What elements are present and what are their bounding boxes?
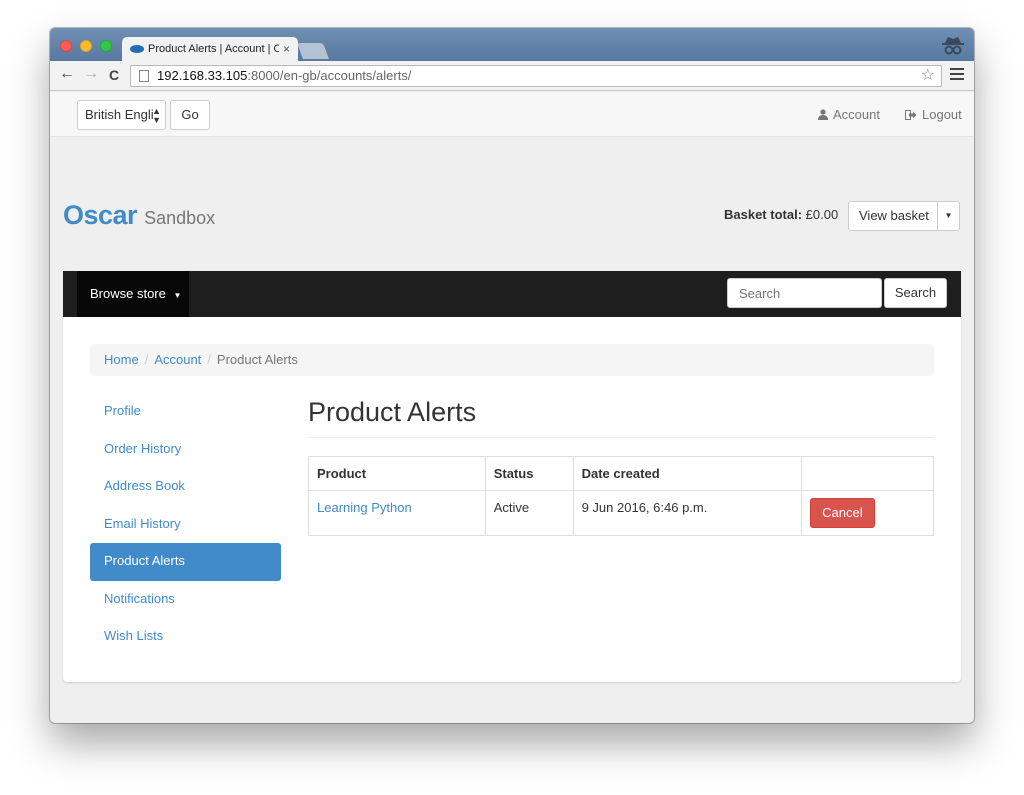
search-button[interactable]: Search (884, 278, 947, 308)
basket-total-value: £0.00 (805, 207, 839, 222)
product-link[interactable]: Learning Python (317, 500, 412, 515)
caret-down-icon: ▼ (173, 291, 182, 300)
window-controls (60, 40, 112, 52)
forward-arrow-icon[interactable]: → (83, 65, 99, 83)
title-divider (308, 437, 934, 438)
sidenav-item-email-history[interactable]: Email History (90, 506, 281, 544)
browser-menu-icon[interactable] (950, 68, 964, 83)
sidenav-item-profile[interactable]: Profile (90, 393, 281, 431)
breadcrumb-current: Product Alerts (216, 352, 298, 367)
select-arrows-icon: ▲ ▼ (152, 106, 161, 125)
browser-titlebar: Product Alerts | Account | O × (50, 28, 974, 61)
browse-store-dropdown[interactable]: Browse store ▼ (77, 271, 189, 317)
account-link-label: Account (833, 107, 880, 122)
content-panel: Home / Account / Product Alerts Profile Orde… (63, 317, 961, 682)
oscar-favicon-icon (130, 45, 144, 53)
basket-total: Basket total: £0.00 (724, 207, 838, 222)
brand-subtitle: Sandbox (144, 208, 216, 228)
browse-store-label: Browse store (90, 286, 166, 301)
cell-actions: Cancel (801, 490, 934, 536)
minimize-window-icon[interactable] (80, 40, 92, 52)
page-icon (139, 70, 149, 82)
column-header-actions (801, 456, 934, 491)
breadcrumb-separator: / (207, 352, 211, 367)
breadcrumb-account[interactable]: Account (154, 352, 201, 367)
new-tab-button[interactable] (297, 43, 329, 59)
url-path: :8000/en-gb/accounts/alerts/ (247, 68, 412, 83)
url-host: 192.168.33.105 (157, 68, 248, 83)
cancel-alert-button[interactable]: Cancel (810, 498, 875, 528)
column-header-status: Status (484, 456, 574, 491)
bookmark-star-icon[interactable]: ☆ (921, 66, 935, 86)
alerts-table: Product Status Date created Learning Pyt… (308, 456, 934, 536)
address-bar[interactable]: 192.168.33.105:8000/en-gb/accounts/alert… (130, 65, 942, 87)
cell-date-created: 9 Jun 2016, 6:46 p.m. (572, 490, 803, 536)
breadcrumb-separator: / (144, 352, 149, 367)
sidenav-item-product-alerts[interactable]: Product Alerts (90, 543, 281, 581)
sidenav-item-wish-lists[interactable]: Wish Lists (90, 618, 281, 656)
sidenav-item-notifications[interactable]: Notifications (90, 581, 281, 619)
browser-window: Product Alerts | Account | O × ← → C 192… (50, 28, 974, 723)
language-select[interactable]: British Engli ▲ ▼ (77, 100, 166, 130)
page-title: Product Alerts (308, 397, 477, 427)
basket-total-label: Basket total: (724, 207, 803, 222)
account-link[interactable]: Account (818, 107, 880, 122)
brand-name: Oscar (63, 200, 138, 230)
breadcrumb-home[interactable]: Home (104, 352, 139, 367)
logout-icon (905, 109, 917, 120)
browser-tab[interactable]: Product Alerts | Account | O × (122, 37, 298, 61)
table-row: Learning Python Active 9 Jun 2016, 6:46 … (308, 490, 934, 536)
search-input[interactable] (727, 278, 882, 308)
account-sidenav: Profile Order History Address Book Email… (90, 393, 281, 656)
close-window-icon[interactable] (60, 40, 72, 52)
basket-dropdown-caret-icon[interactable]: ▼ (937, 202, 959, 230)
logout-link-label: Logout (922, 107, 962, 122)
breadcrumb: Home / Account / Product Alerts (90, 344, 934, 376)
back-arrow-icon[interactable]: ← (59, 65, 75, 83)
column-header-product: Product (308, 456, 486, 491)
language-select-value: British Engli (85, 107, 154, 122)
column-header-date-created: Date created (572, 456, 803, 491)
user-icon (818, 109, 828, 120)
incognito-icon (942, 37, 964, 55)
tab-title: Product Alerts | Account | O (148, 43, 279, 55)
table-header-row: Product Status Date created (308, 456, 934, 491)
go-button[interactable]: Go (170, 100, 210, 130)
top-nav: British Engli ▲ ▼ Go Account Logout (50, 92, 974, 137)
sidenav-item-order-history[interactable]: Order History (90, 431, 281, 469)
sidenav-item-address-book[interactable]: Address Book (90, 468, 281, 506)
browser-toolbar: ← → C 192.168.33.105:8000/en-gb/accounts… (50, 61, 974, 91)
logout-link[interactable]: Logout (905, 107, 962, 122)
main-navbar: Browse store ▼ Search (63, 271, 961, 317)
zoom-window-icon[interactable] (100, 40, 112, 52)
view-basket-button[interactable]: View basket ▼ (848, 201, 960, 231)
cell-status: Active (484, 490, 574, 536)
reload-icon[interactable]: C (109, 67, 119, 83)
brand-logo[interactable]: Oscar Sandbox (63, 200, 215, 231)
tab-close-icon[interactable]: × (283, 42, 290, 56)
cell-product: Learning Python (308, 490, 486, 536)
view-basket-label: View basket (859, 208, 929, 223)
